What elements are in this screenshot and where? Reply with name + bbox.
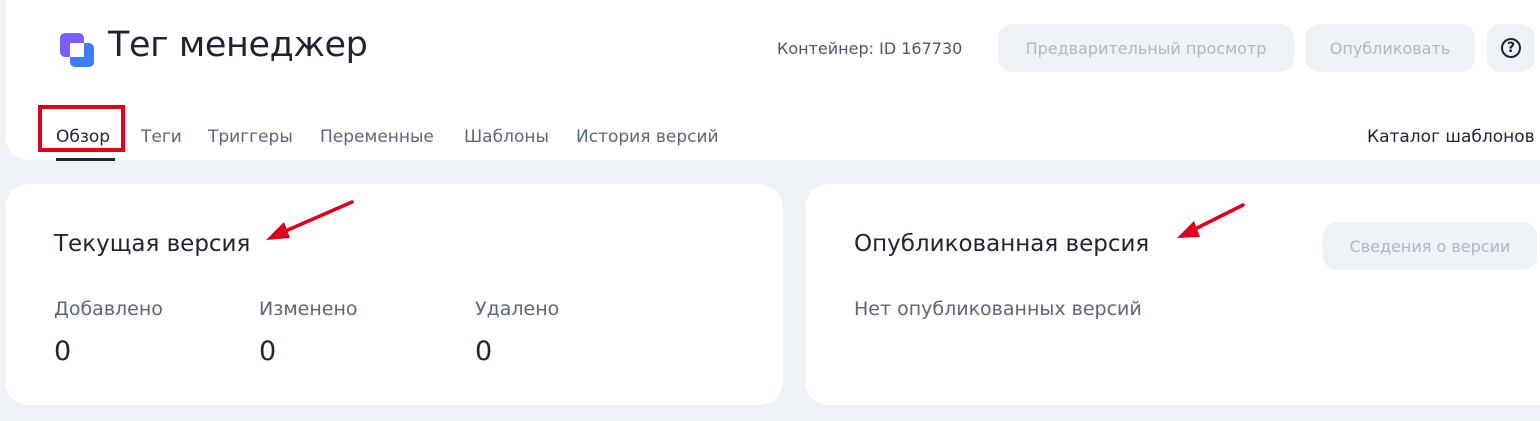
container-id-label: Контейнер: ID 167730 — [777, 39, 963, 58]
tag-manager-logo-icon[interactable] — [60, 33, 96, 69]
tab-tags[interactable]: Теги — [141, 127, 182, 147]
stat-added-value: 0 — [54, 336, 72, 367]
stat-changed-value: 0 — [259, 336, 277, 367]
tab-version-history[interactable]: История версий — [576, 127, 719, 147]
current-version-title: Текущая версия — [54, 231, 251, 257]
active-tab-indicator — [56, 158, 115, 161]
version-details-button[interactable]: Сведения о версии — [1323, 222, 1537, 270]
help-button[interactable]: ? — [1487, 24, 1535, 72]
tab-templates[interactable]: Шаблоны — [464, 127, 549, 147]
app-title: Тег менеджер — [108, 25, 368, 65]
publish-button[interactable]: Опубликовать — [1305, 24, 1475, 72]
tab-variables[interactable]: Переменные — [320, 127, 434, 147]
current-version-card — [5, 184, 783, 405]
stat-deleted-value: 0 — [475, 336, 493, 367]
no-published-versions-text: Нет опубликованных версий — [854, 298, 1142, 320]
question-circle-icon: ? — [1501, 38, 1521, 58]
tab-triggers[interactable]: Триггеры — [208, 127, 293, 147]
published-version-title: Опубликованная версия — [854, 231, 1150, 257]
template-catalog-link[interactable]: Каталог шаблонов — [1367, 127, 1535, 147]
stat-changed-label: Изменено — [259, 298, 358, 320]
published-version-card — [805, 184, 1540, 405]
stat-deleted-label: Удалено — [475, 298, 560, 320]
preview-button[interactable]: Предварительный просмотр — [998, 24, 1294, 72]
stat-added-label: Добавлено — [54, 298, 163, 320]
annotation-highlight-box — [38, 105, 125, 152]
